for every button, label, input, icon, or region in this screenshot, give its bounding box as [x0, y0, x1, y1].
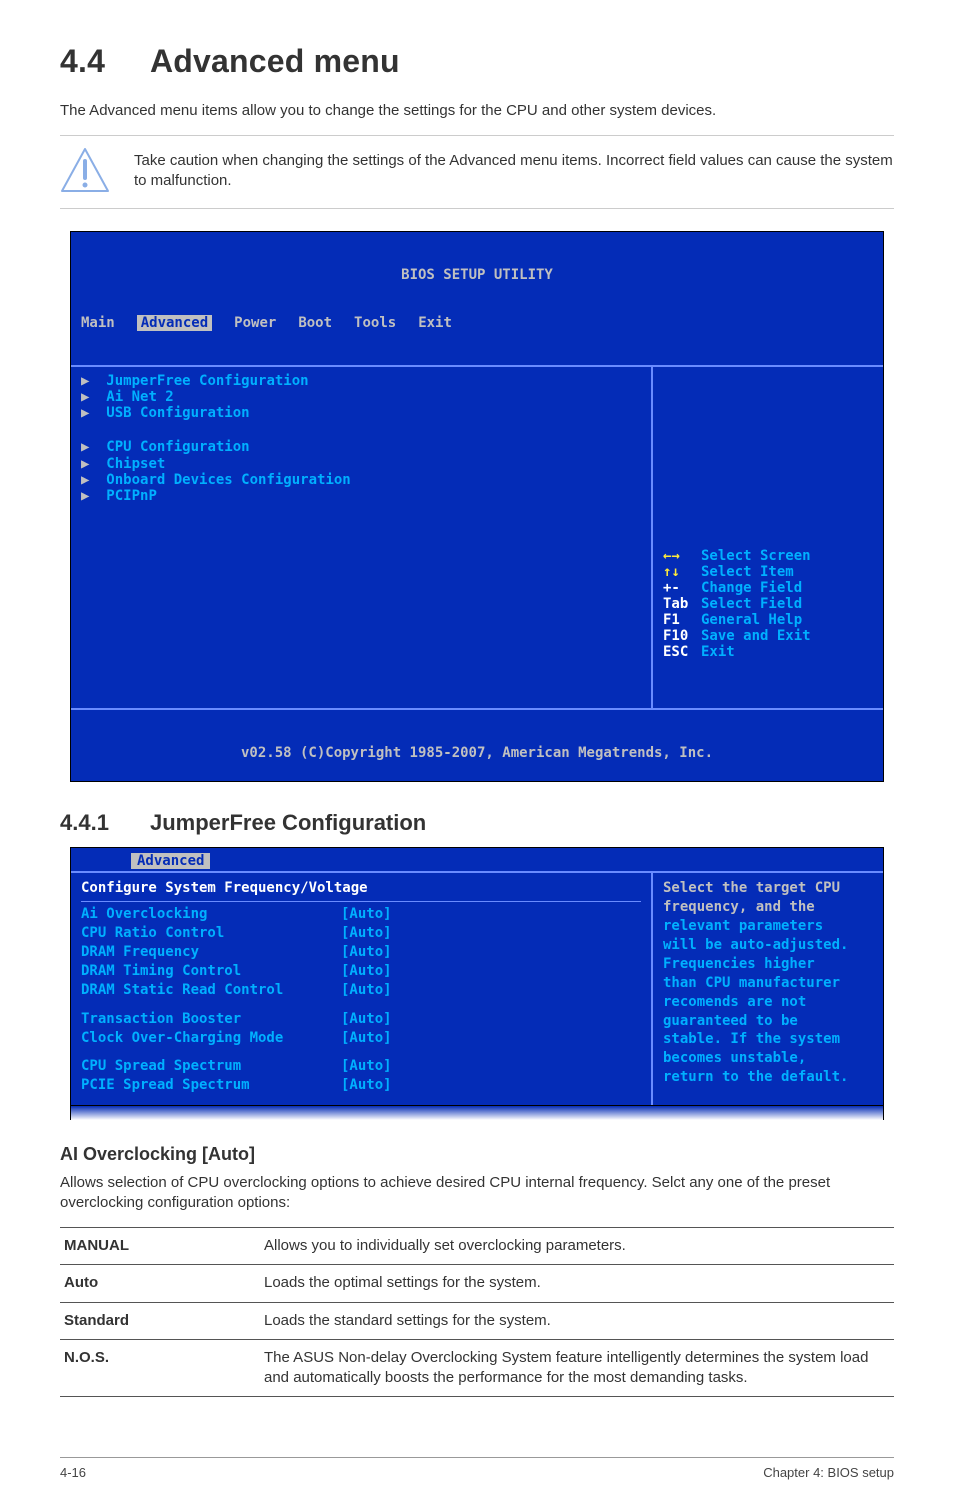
bios-item: ▶ CPU Configuration: [81, 439, 641, 455]
table-row: MANUALAllows you to individually set ove…: [60, 1228, 894, 1265]
bios-help-line: ←→Select Screen: [663, 548, 873, 564]
bios-desc-line: relevant parameters: [663, 917, 873, 936]
bios-help-line: TabSelect Field: [663, 596, 873, 612]
bios-detail-left: Configure System Frequency/Voltage Ai Ov…: [71, 873, 653, 1105]
bios-tab-boot: Boot: [298, 315, 332, 331]
bios-item: ▶ Onboard Devices Configuration: [81, 472, 641, 488]
bios-item: ▶ Ai Net 2: [81, 389, 641, 405]
option-desc: Loads the optimal settings for the syste…: [260, 1265, 894, 1302]
bios-desc-line: frequency, and the: [663, 898, 873, 917]
bios-detail-screenshot: Advanced Configure System Frequency/Volt…: [70, 847, 884, 1106]
bios-detail-tab-label: Advanced: [131, 853, 210, 869]
bios-detail-description: Select the target CPUfrequency, and ther…: [653, 873, 883, 1105]
bios-tab-exit: Exit: [418, 315, 452, 331]
bios-detail-row: CPU Ratio Control[Auto]: [81, 924, 641, 943]
bios-left-panel: ▶ JumperFree Configuration▶ Ai Net 2▶ US…: [71, 367, 653, 708]
bios-item: ▶ USB Configuration: [81, 405, 641, 421]
bios-desc-line: Frequencies higher: [663, 955, 873, 974]
page-number: 4-16: [60, 1464, 86, 1482]
option-desc: The ASUS Non-delay Overclocking System f…: [260, 1339, 894, 1397]
subsection-number: 4.4.1: [60, 808, 150, 838]
caution-banner: Take caution when changing the settings …: [60, 135, 894, 209]
bios-title: BIOS SETUP UTILITY: [71, 265, 883, 283]
option-key: MANUAL: [60, 1228, 260, 1265]
table-row: AutoLoads the optimal settings for the s…: [60, 1265, 894, 1302]
bios-detail-row: Transaction Booster[Auto]: [81, 1010, 641, 1029]
option-desc: Allows you to individually set overclock…: [260, 1228, 894, 1265]
bios-desc-line: than CPU manufacturer: [663, 974, 873, 993]
bios-desc-line: stable. If the system: [663, 1030, 873, 1049]
intro-paragraph: The Advanced menu items allow you to cha…: [60, 101, 894, 121]
section-heading: 4.4Advanced menu: [60, 40, 894, 83]
option-key: Standard: [60, 1302, 260, 1339]
chapter-label: Chapter 4: BIOS setup: [763, 1464, 894, 1482]
options-table: MANUALAllows you to individually set ove…: [60, 1227, 894, 1397]
bios-help-line: ↑↓Select Item: [663, 564, 873, 580]
bios-tab-advanced: Advanced: [137, 315, 212, 331]
bios-desc-line: Select the target CPU: [663, 879, 873, 898]
bios-detail-row: DRAM Frequency[Auto]: [81, 943, 641, 962]
bios-help-line: +-Change Field: [663, 580, 873, 596]
bios-detail-row: Ai Overclocking[Auto]: [81, 905, 641, 924]
bios-item: ▶ JumperFree Configuration: [81, 373, 641, 389]
bios-detail-row: Clock Over-Charging Mode[Auto]: [81, 1029, 641, 1048]
bios-fade: [70, 1106, 884, 1120]
section-title: Advanced menu: [150, 43, 400, 79]
subsection-title: JumperFree Configuration: [150, 810, 426, 835]
bios-item: ▶ Chipset: [81, 456, 641, 472]
bios-desc-line: will be auto-adjusted.: [663, 936, 873, 955]
bios-detail-header: Configure System Frequency/Voltage: [81, 879, 641, 902]
subsection-heading: 4.4.1JumperFree Configuration: [60, 808, 894, 838]
bios-help-line: F10Save and Exit: [663, 628, 873, 644]
bios-menu-tabs: Main Advanced Power Boot Tools Exit: [71, 315, 883, 333]
option-body: Allows selection of CPU overclocking opt…: [60, 1173, 894, 1214]
bios-tab-tools: Tools: [354, 315, 396, 331]
bios-detail-row: DRAM Timing Control[Auto]: [81, 962, 641, 981]
section-number: 4.4: [60, 40, 150, 83]
bios-desc-line: guaranteed to be: [663, 1012, 873, 1031]
bios-detail-tab: Advanced: [71, 848, 883, 871]
bios-item: ▶ PCIPnP: [81, 488, 641, 504]
bios-detail-row: PCIE Spread Spectrum[Auto]: [81, 1076, 641, 1095]
caution-icon: [60, 146, 110, 196]
caution-text: Take caution when changing the settings …: [134, 151, 894, 192]
option-key: N.O.S.: [60, 1339, 260, 1397]
bios-tab-main: Main: [81, 315, 115, 331]
option-heading: AI Overclocking [Auto]: [60, 1142, 894, 1166]
bios-main-screenshot: BIOS SETUP UTILITY Main Advanced Power Boot…: [70, 231, 884, 781]
bios-desc-line: recomends are not: [663, 993, 873, 1012]
option-key: Auto: [60, 1265, 260, 1302]
bios-detail-row: CPU Spread Spectrum[Auto]: [81, 1057, 641, 1076]
bios-desc-line: becomes unstable,: [663, 1049, 873, 1068]
bios-help-line: ESCExit: [663, 644, 873, 660]
page-footer: 4-16 Chapter 4: BIOS setup: [60, 1457, 894, 1482]
bios-help-panel: ←→Select Screen↑↓Select Item+-Change Fie…: [653, 367, 883, 708]
table-row: N.O.S.The ASUS Non-delay Overclocking Sy…: [60, 1339, 894, 1397]
bios-footer: v02.58 (C)Copyright 1985-2007, American …: [71, 743, 883, 765]
bios-desc-line: return to the default.: [663, 1068, 873, 1087]
bios-detail-row: DRAM Static Read Control[Auto]: [81, 981, 641, 1000]
bios-help-line: F1General Help: [663, 612, 873, 628]
option-desc: Loads the standard settings for the syst…: [260, 1302, 894, 1339]
bios-tab-power: Power: [234, 315, 276, 331]
table-row: StandardLoads the standard settings for …: [60, 1302, 894, 1339]
